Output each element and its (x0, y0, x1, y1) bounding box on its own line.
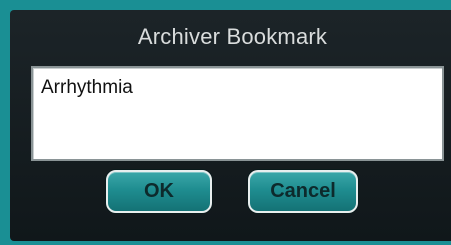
ok-button[interactable]: OK (106, 170, 212, 213)
archiver-bookmark-dialog: Archiver Bookmark Arrhythmia OK Cancel (10, 10, 451, 241)
cancel-button[interactable]: Cancel (248, 170, 358, 213)
bookmark-name-value: Arrhythmia (41, 77, 133, 98)
bookmark-name-textbox[interactable]: Arrhythmia (31, 66, 444, 161)
dialog-title: Archiver Bookmark (137, 24, 328, 49)
ok-button-label: OK (144, 180, 174, 202)
cancel-button-label: Cancel (270, 180, 336, 202)
